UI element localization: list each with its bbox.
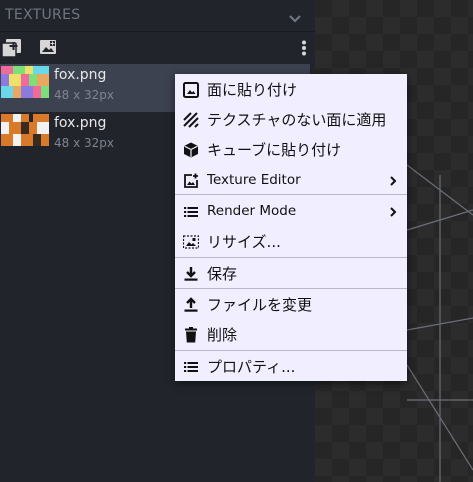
- add-texture-icon: [1, 39, 21, 58]
- add-photo-icon: [184, 173, 198, 188]
- menu-item-apply-to-untextured[interactable]: テクスチャのない面に適用: [175, 104, 407, 135]
- more-vertical-icon[interactable]: [301, 40, 307, 60]
- menu-item-label: ファイルを変更: [207, 296, 313, 314]
- import-texture-button[interactable]: [40, 40, 57, 59]
- menu-item-apply-to-cubes[interactable]: キューブに貼り付け: [175, 134, 407, 165]
- menu-item-label: Render Mode: [207, 203, 297, 219]
- texture-thumbnail: [1, 66, 49, 98]
- menu-item-label: リサイズ...: [207, 233, 281, 251]
- chevron-right-icon: [390, 207, 397, 217]
- cube-icon: [184, 142, 198, 158]
- panel-title: TEXTURES: [5, 7, 81, 23]
- panel-header[interactable]: TEXTURES: [0, 0, 315, 32]
- menu-item-label: 削除: [207, 326, 238, 344]
- list-icon: [184, 207, 198, 217]
- resize-photo-icon: [183, 235, 199, 249]
- menu-item-apply-to-faces[interactable]: 面に貼り付け: [175, 74, 407, 105]
- trash-icon: [185, 327, 197, 343]
- texture-name: fox.png: [54, 115, 107, 131]
- add-texture-button[interactable]: [1, 39, 22, 61]
- texture-size: 48 x 32px: [54, 136, 114, 150]
- list-icon: [184, 362, 198, 372]
- menu-item-label: Texture Editor: [207, 172, 301, 188]
- menu-item-label: テクスチャのない面に適用: [207, 111, 387, 129]
- image-icon: [183, 82, 199, 98]
- save-icon: [184, 267, 198, 281]
- chevron-right-icon: [390, 176, 397, 186]
- image-folder-icon: [40, 40, 56, 54]
- context-menu: 面に貼り付け テクスチャのない面に適用 キューブに貼り付け Texture Ed…: [175, 74, 407, 381]
- menu-item-label: プロパティ...: [207, 358, 296, 376]
- menu-item-delete[interactable]: 削除: [175, 319, 407, 350]
- menu-item-label: キューブに貼り付け: [207, 141, 342, 159]
- menu-item-texture-editor[interactable]: Texture Editor: [175, 165, 407, 196]
- menu-item-render-mode[interactable]: Render Mode: [175, 196, 407, 227]
- menu-item-properties[interactable]: プロパティ...: [175, 351, 407, 382]
- hatch-icon: [183, 112, 199, 128]
- menu-item-save[interactable]: 保存: [175, 258, 407, 289]
- menu-item-label: 面に貼り付け: [207, 81, 298, 99]
- menu-separator: [175, 194, 407, 195]
- menu-item-label: 保存: [207, 265, 238, 283]
- texture-thumbnail: [1, 114, 49, 146]
- texture-name: fox.png: [54, 67, 107, 83]
- upload-icon: [184, 297, 198, 312]
- texture-size: 48 x 32px: [54, 88, 114, 102]
- chevron-down-icon[interactable]: [288, 9, 302, 28]
- menu-item-resize[interactable]: リサイズ...: [175, 226, 407, 257]
- menu-item-change-file[interactable]: ファイルを変更: [175, 289, 407, 320]
